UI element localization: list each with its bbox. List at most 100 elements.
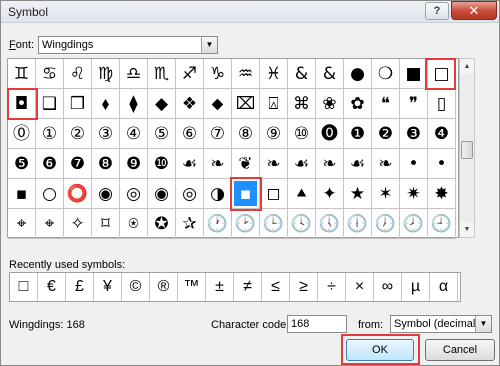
symbol-cell[interactable]: • (400, 149, 428, 179)
symbol-cell[interactable]: & (316, 59, 344, 89)
recent-symbol-cell[interactable]: ≤ (262, 273, 290, 301)
recent-symbol-cell[interactable]: ∞ (374, 273, 402, 301)
character-code-input[interactable]: 168 (287, 315, 347, 333)
symbol-cell[interactable]: ★ (344, 179, 372, 209)
symbol-cell[interactable]: 🕒 (260, 209, 288, 239)
recent-symbol-cell[interactable]: α (430, 273, 458, 301)
symbol-cell[interactable]: ♏ (148, 59, 176, 89)
scroll-down-icon[interactable]: ▼ (460, 222, 474, 237)
symbol-cell[interactable]: ④ (120, 119, 148, 149)
recent-symbol-cell[interactable]: □ (10, 273, 38, 301)
symbol-cell[interactable]: 🕘 (428, 209, 456, 239)
symbol-cell[interactable]: ♊ (8, 59, 36, 89)
recent-symbol-cell[interactable]: £ (66, 273, 94, 301)
symbol-cell[interactable]: ❧ (372, 149, 400, 179)
symbol-cell[interactable]: ❒ (64, 89, 92, 119)
symbol-cell[interactable]: ❧ (204, 149, 232, 179)
symbol-cell[interactable]: ❷ (372, 119, 400, 149)
symbol-cell[interactable]: ⬧ (92, 89, 120, 119)
close-button[interactable]: ✕ (451, 1, 497, 20)
scroll-up-icon[interactable]: ▲ (460, 59, 474, 74)
symbol-cell[interactable]: ⌘ (288, 89, 316, 119)
symbol-cell[interactable]: ▪ (8, 179, 36, 209)
symbol-cell[interactable]: ⑥ (176, 119, 204, 149)
recent-symbol-cell[interactable]: × (346, 273, 374, 301)
symbol-cell[interactable]: ⑩ (288, 119, 316, 149)
symbol-cell[interactable]: ❽ (92, 149, 120, 179)
symbol-cell[interactable]: ⧫ (120, 89, 148, 119)
symbol-cell[interactable]: ⑦ (204, 119, 232, 149)
symbol-cell[interactable]: 🕗 (400, 209, 428, 239)
symbol-cell[interactable]: ◉ (148, 179, 176, 209)
symbol-cell[interactable]: ⯅ (288, 179, 316, 209)
symbol-cell[interactable]: ❝ (372, 89, 400, 119)
recent-symbol-cell[interactable]: ≠ (234, 273, 262, 301)
symbol-cell[interactable]: ⑨ (260, 119, 288, 149)
symbol-cell[interactable]: ⌧ (232, 89, 260, 119)
symbol-cell[interactable]: ✿ (344, 89, 372, 119)
symbol-cell[interactable]: ■ (400, 59, 428, 89)
symbol-cell[interactable]: ♌ (64, 59, 92, 89)
symbol-cell[interactable]: ☙ (344, 149, 372, 179)
recent-symbol-cell[interactable]: ≥ (290, 273, 318, 301)
cancel-button[interactable]: Cancel (425, 339, 495, 361)
symbol-cell[interactable]: ✶ (372, 179, 400, 209)
symbol-cell[interactable]: ❺ (8, 149, 36, 179)
symbol-cell[interactable]: ⓪ (8, 119, 36, 149)
symbol-cell[interactable]: ◉ (92, 179, 120, 209)
recent-symbol-cell[interactable]: ± (206, 273, 234, 301)
symbol-cell[interactable]: ② (64, 119, 92, 149)
symbol-cell[interactable]: ⑤ (148, 119, 176, 149)
symbol-cell-selected[interactable]: ▪ (232, 179, 260, 209)
symbol-cell[interactable]: • (428, 149, 456, 179)
symbol-cell[interactable]: ♒ (232, 59, 260, 89)
symbol-cell[interactable]: ❧ (316, 149, 344, 179)
symbol-cell[interactable]: ⬥ (204, 89, 232, 119)
symbol-cell[interactable]: ☙ (176, 149, 204, 179)
symbol-cell[interactable]: ♍ (92, 59, 120, 89)
symbol-cell[interactable]: ⍟ (120, 209, 148, 239)
symbol-cell[interactable]: & (288, 59, 316, 89)
symbol-cell[interactable]: ⍓ (260, 89, 288, 119)
symbol-cell[interactable]: ❑ (36, 89, 64, 119)
symbol-cell[interactable]: ❖ (176, 89, 204, 119)
symbol-cell[interactable]: ✰ (176, 209, 204, 239)
symbol-cell[interactable]: ☙ (288, 149, 316, 179)
symbol-cell[interactable]: ▯ (428, 89, 456, 119)
symbol-cell[interactable]: ⌖ (8, 209, 36, 239)
symbol-cell[interactable]: ③ (92, 119, 120, 149)
symbol-cell[interactable]: ❸ (400, 119, 428, 149)
symbol-cell[interactable]: ◻ (260, 179, 288, 209)
recent-symbol-cell[interactable]: ™ (178, 273, 206, 301)
symbol-cell[interactable]: ❀ (316, 89, 344, 119)
symbol-cell[interactable]: ● (344, 59, 372, 89)
scroll-thumb[interactable] (461, 141, 473, 159)
symbol-cell[interactable]: ♐ (176, 59, 204, 89)
symbol-cell[interactable]: ❶ (344, 119, 372, 149)
recent-symbol-cell[interactable]: ¥ (94, 273, 122, 301)
symbol-cell[interactable]: ❾ (120, 149, 148, 179)
symbol-cell[interactable]: ① (36, 119, 64, 149)
recent-symbol-cell[interactable]: ® (150, 273, 178, 301)
recent-symbol-cell[interactable]: µ (402, 273, 430, 301)
symbol-cell[interactable]: □ (428, 59, 456, 89)
symbol-cell[interactable]: ✸ (428, 179, 456, 209)
recent-symbol-cell[interactable]: © (122, 273, 150, 301)
recent-symbol-cell[interactable]: € (38, 273, 66, 301)
chevron-down-icon[interactable]: ▼ (201, 37, 217, 53)
symbol-cell[interactable]: ⌖ (36, 209, 64, 239)
symbol-cell[interactable]: ♋ (36, 59, 64, 89)
grid-scrollbar[interactable]: ▲ ▼ (459, 58, 475, 238)
symbol-cell[interactable]: ♎ (120, 59, 148, 89)
font-dropdown[interactable]: Wingdings ▼ (38, 36, 218, 54)
symbol-cell[interactable]: ⓿ (316, 119, 344, 149)
symbol-cell[interactable]: ✪ (148, 209, 176, 239)
symbol-cell[interactable]: ❿ (148, 149, 176, 179)
symbol-cell[interactable]: ❍ (372, 59, 400, 89)
symbol-cell[interactable]: 🕖 (372, 209, 400, 239)
symbol-cell[interactable]: ⑧ (232, 119, 260, 149)
chevron-down-icon[interactable]: ▼ (475, 316, 491, 332)
symbol-cell[interactable]: ♑ (204, 59, 232, 89)
symbol-cell[interactable]: ◎ (120, 179, 148, 209)
symbol-cell[interactable]: ✧ (64, 209, 92, 239)
